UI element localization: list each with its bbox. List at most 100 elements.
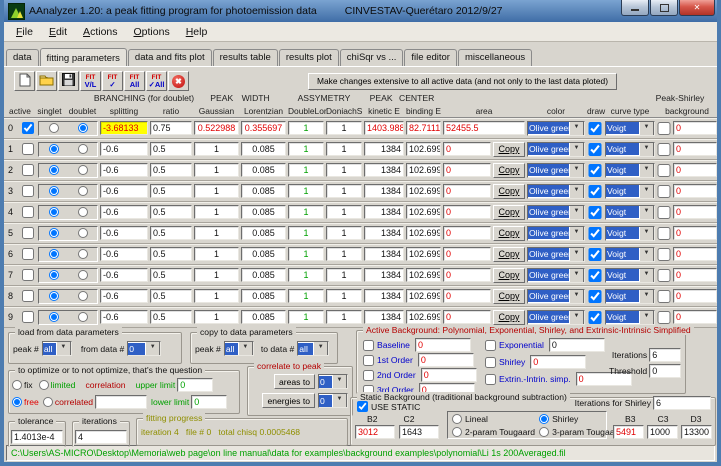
c3-field[interactable]: 1000 — [647, 425, 678, 439]
ratio-field[interactable]: 0.5 — [150, 289, 192, 303]
doublet-radio[interactable] — [77, 312, 88, 322]
draw-checkbox[interactable] — [587, 205, 603, 219]
area-field[interactable]: 0 — [443, 205, 491, 219]
binding-e-field[interactable]: 102.6995 — [406, 163, 441, 177]
save-file-button[interactable] — [58, 71, 79, 91]
1st-order-checkbox[interactable] — [363, 354, 374, 366]
ratio-field[interactable]: 0.5 — [150, 310, 192, 324]
curve-type-select[interactable]: Voigt ▼ — [605, 141, 655, 157]
ratio-field[interactable]: 0.75 — [150, 121, 192, 135]
baseline-checkbox[interactable] — [363, 339, 374, 351]
color-select[interactable]: Olive green ▼ — [527, 162, 585, 178]
doniachs-field[interactable]: 1 — [326, 247, 362, 261]
dropdown-arrow-icon[interactable]: ▼ — [639, 205, 654, 219]
peak-shirley-checkbox[interactable] — [657, 142, 671, 156]
doniachs-field[interactable]: 1 — [326, 142, 362, 156]
peak-shirley-checkbox[interactable] — [657, 226, 671, 240]
doniachs-field[interactable]: 1 — [326, 184, 362, 198]
tab-miscellaneous[interactable]: miscellaneous — [457, 49, 533, 66]
splitting-field[interactable]: -0.6 — [100, 142, 148, 156]
area-field[interactable]: 52455.5 — [443, 121, 525, 135]
lorentzian-width-field[interactable]: 0.355697 — [241, 121, 286, 135]
dropdown-arrow-icon[interactable]: ▼ — [639, 268, 654, 282]
color-select[interactable]: Olive green ▼ — [527, 267, 585, 283]
fix-radio[interactable] — [12, 380, 22, 390]
kinetic-e-field[interactable]: 1384 — [364, 205, 404, 219]
ratio-field[interactable]: 0.5 — [150, 184, 192, 198]
kinetic-e-field[interactable]: 1384 — [364, 247, 404, 261]
peak-shirley-checkbox[interactable] — [657, 310, 671, 324]
lorentzian-width-field[interactable]: 0.085 — [241, 205, 286, 219]
free-radio[interactable] — [12, 397, 22, 407]
lorentzian-width-field[interactable]: 0.085 — [241, 268, 286, 282]
dropdown-arrow-icon[interactable]: ▼ — [639, 226, 654, 240]
binding-e-field[interactable]: 102.6995 — [406, 226, 441, 240]
exponential-checkbox[interactable] — [485, 339, 496, 351]
ratio-field[interactable]: 0.5 — [150, 247, 192, 261]
copy-button[interactable]: Copy — [493, 183, 525, 199]
doublelor-field[interactable]: 1 — [288, 205, 324, 219]
dropdown-arrow-icon[interactable]: ▼ — [639, 247, 654, 261]
static-bg-option-2-param-tougaard[interactable]: 2-param Tougaard — [452, 427, 535, 437]
lorentzian-width-field[interactable]: 0.085 — [241, 289, 286, 303]
fit-check-button[interactable]: FIT ✓ — [102, 71, 123, 91]
kinetic-e-field[interactable]: 1384 — [364, 184, 404, 198]
active-checkbox[interactable] — [20, 311, 36, 323]
draw-checkbox[interactable] — [587, 310, 603, 324]
load-from-data-select[interactable]: 0 ▼ — [127, 341, 162, 356]
curve-type-select[interactable]: Voigt ▼ — [605, 120, 655, 136]
peak-shirley-checkbox[interactable] — [657, 268, 671, 282]
splitting-field[interactable]: -0.6 — [100, 226, 148, 240]
copy-peak-select[interactable]: all ▼ — [223, 341, 254, 356]
tab-file-editor[interactable]: file editor — [404, 49, 457, 66]
static-bg-option-shirley[interactable]: Shirley — [539, 414, 622, 424]
kinetic-e-field[interactable]: 1384 — [364, 310, 404, 324]
dropdown-arrow-icon[interactable]: ▼ — [639, 121, 654, 135]
lorentzian-width-field[interactable]: 0.085 — [241, 310, 286, 324]
tab-chisqr-vs-[interactable]: chiSqr vs ... — [339, 49, 404, 66]
active-checkbox[interactable] — [20, 185, 36, 197]
stop-button[interactable]: ✖ — [168, 71, 189, 91]
splitting-field[interactable]: -0.6 — [100, 289, 148, 303]
menu-item-options[interactable]: Options — [126, 24, 178, 40]
dropdown-arrow-icon[interactable]: ▼ — [639, 163, 654, 177]
baseline-field[interactable]: 0 — [414, 338, 471, 352]
copy-button[interactable]: Copy — [493, 246, 525, 262]
lorentzian-width-field[interactable]: 0.085 — [241, 142, 286, 156]
tab-results-table[interactable]: results table — [212, 49, 278, 66]
splitting-field[interactable]: -0.6 — [100, 247, 148, 261]
doublelor-field[interactable]: 1 — [288, 163, 324, 177]
ratio-field[interactable]: 0.5 — [150, 142, 192, 156]
draw-checkbox[interactable] — [587, 226, 603, 240]
singlet-radio[interactable] — [48, 207, 59, 217]
dropdown-arrow-icon[interactable]: ▼ — [639, 184, 654, 198]
singlet-radio[interactable] — [48, 291, 59, 301]
kinetic-e-field[interactable]: 1384 — [364, 163, 404, 177]
peak-shirley-bg-field[interactable]: 0 — [673, 268, 717, 282]
doniachs-field[interactable]: 1 — [326, 163, 362, 177]
dropdown-arrow-icon[interactable]: ▼ — [569, 289, 584, 303]
dropdown-arrow-icon[interactable]: ▼ — [569, 163, 584, 177]
lorentzian-width-field[interactable]: 0.085 — [241, 226, 286, 240]
doublet-radio[interactable] — [77, 270, 88, 280]
open-file-button[interactable] — [36, 71, 57, 91]
extrin-intrin-simp--checkbox[interactable] — [485, 373, 496, 385]
active-checkbox[interactable] — [20, 227, 36, 239]
menu-item-edit[interactable]: Edit — [41, 24, 75, 40]
fit-all-button[interactable]: FIT All — [124, 71, 145, 91]
doniachs-field[interactable]: 1 — [326, 121, 362, 135]
singlet-radio[interactable] — [48, 228, 59, 238]
splitting-field[interactable]: -0.6 — [100, 184, 148, 198]
area-field[interactable]: 0 — [443, 268, 491, 282]
doublet-radio[interactable] — [77, 207, 88, 217]
copy-button[interactable]: Copy — [493, 288, 525, 304]
tab-results-plot[interactable]: results plot — [278, 49, 339, 66]
doublelor-field[interactable]: 1 — [288, 184, 324, 198]
ratio-field[interactable]: 0.5 — [150, 268, 192, 282]
b2-field[interactable]: 3012 — [355, 425, 395, 439]
ratio-field[interactable]: 0.5 — [150, 163, 192, 177]
dropdown-arrow-icon[interactable]: ▼ — [145, 342, 161, 355]
active-checkbox[interactable] — [20, 143, 36, 155]
doublelor-field[interactable]: 1 — [288, 121, 324, 135]
curve-type-select[interactable]: Voigt ▼ — [605, 183, 655, 199]
